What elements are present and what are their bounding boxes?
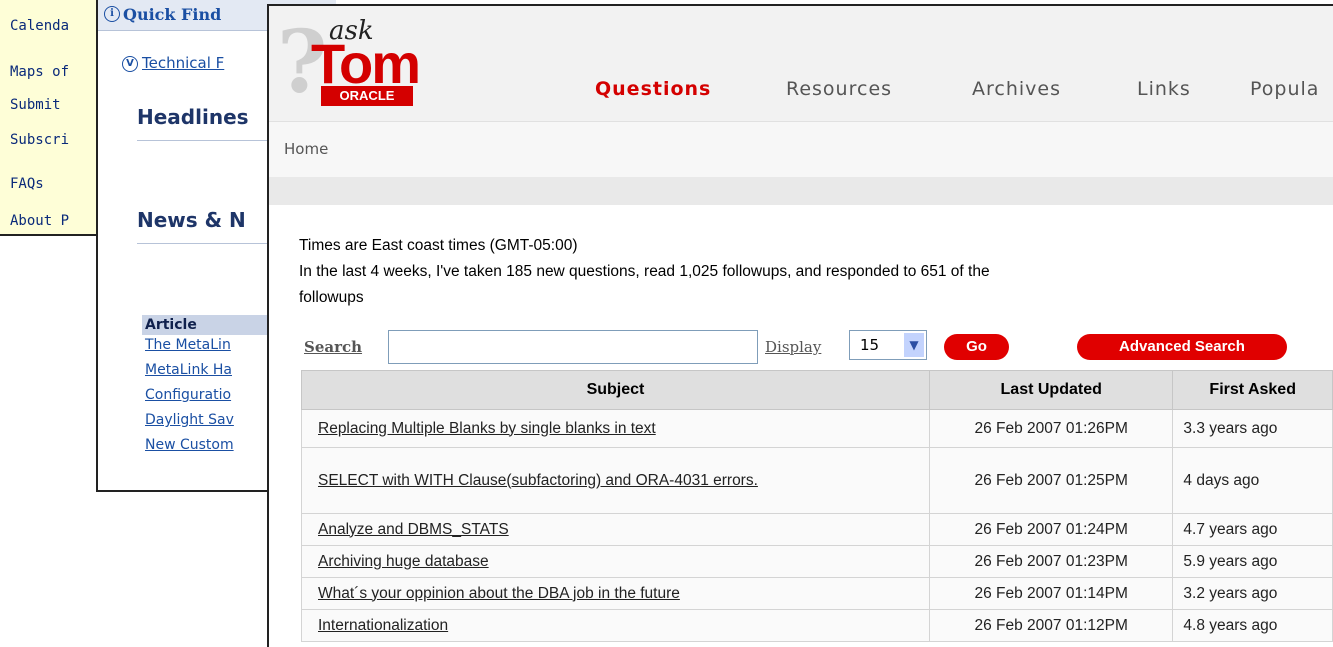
last-updated-cell: 26 Feb 2007 01:24PM — [928, 513, 1174, 546]
article-link[interactable]: New Custom — [145, 437, 234, 453]
site-header: ? ask Tom ORACLE Questions Resources Arc… — [269, 6, 1333, 121]
table-row: Replacing Multiple Blanks by single blan… — [301, 409, 1333, 448]
nav-popular[interactable]: Popula — [1250, 78, 1319, 100]
stats-note: In the last 4 weeks, I've taken 185 new … — [299, 263, 990, 280]
table-header-row: Subject Last Updated First Asked — [301, 370, 1333, 410]
toolbar-strip — [269, 177, 1333, 205]
breadcrumb: Home — [269, 121, 1333, 178]
first-asked-cell: 4.8 years ago — [1172, 609, 1333, 642]
subject-cell: What´s your oppinion about the DBA job i… — [301, 577, 930, 610]
left-nav-item-about[interactable]: About P — [10, 213, 69, 229]
first-asked-cell: 3.2 years ago — [1172, 577, 1333, 610]
advanced-search-button[interactable]: Advanced Search — [1077, 334, 1287, 360]
left-nav-item-calendar[interactable]: Calenda — [10, 18, 69, 34]
question-link[interactable]: Analyze and DBMS_STATS — [318, 521, 509, 538]
last-updated-cell: 26 Feb 2007 01:12PM — [928, 609, 1174, 642]
subject-cell: SELECT with WITH Clause(subfactoring) an… — [301, 447, 930, 514]
stats-note-cont: followups — [299, 289, 364, 306]
nav-questions[interactable]: Questions — [595, 78, 711, 100]
question-link[interactable]: Replacing Multiple Blanks by single blan… — [318, 420, 656, 437]
article-link[interactable]: Configuratio — [145, 387, 231, 403]
search-link[interactable]: Search — [304, 338, 362, 356]
chevron-circle-icon: V — [122, 56, 138, 72]
asktom-window: ? ask Tom ORACLE Questions Resources Arc… — [267, 4, 1333, 647]
subject-column-header: Subject — [301, 370, 930, 410]
nav-resources[interactable]: Resources — [786, 78, 892, 100]
article-link[interactable]: The MetaLin — [145, 337, 231, 353]
info-icon: i — [104, 6, 120, 22]
display-link[interactable]: Display — [765, 338, 821, 356]
table-row: Analyze and DBMS_STATS 26 Feb 2007 01:24… — [301, 513, 1333, 546]
table-row: SELECT with WITH Clause(subfactoring) an… — [301, 447, 1333, 514]
first-asked-column-header: First Asked — [1172, 370, 1333, 410]
questions-table: Subject Last Updated First Asked Replaci… — [301, 370, 1333, 642]
first-asked-cell: 5.9 years ago — [1172, 545, 1333, 578]
news-heading: News & N — [137, 208, 246, 232]
timezone-note: Times are East coast times (GMT-05:00) — [299, 237, 578, 254]
left-nav-item-maps[interactable]: Maps of — [10, 64, 69, 80]
asktom-logo[interactable]: ? ask Tom ORACLE — [277, 16, 427, 112]
quick-find-label[interactable]: Quick Find — [123, 5, 221, 24]
question-link[interactable]: Internationalization — [318, 617, 448, 634]
oracle-logo: ORACLE — [321, 86, 413, 106]
left-nav-item-faqs[interactable]: FAQs — [10, 176, 44, 192]
subject-cell: Replacing Multiple Blanks by single blan… — [301, 409, 930, 448]
question-link[interactable]: What´s your oppinion about the DBA job i… — [318, 585, 680, 602]
go-button[interactable]: Go — [944, 334, 1009, 360]
left-nav-item-submit[interactable]: Submit — [10, 97, 61, 113]
chevron-down-icon[interactable]: ▼ — [904, 333, 924, 357]
nav-links[interactable]: Links — [1137, 78, 1191, 100]
article-link[interactable]: Daylight Sav — [145, 412, 234, 428]
table-row: What´s your oppinion about the DBA job i… — [301, 577, 1333, 610]
last-updated-column-header: Last Updated — [928, 370, 1174, 410]
display-count-select[interactable]: 15 ▼ — [849, 330, 927, 360]
last-updated-cell: 26 Feb 2007 01:25PM — [928, 447, 1174, 514]
first-asked-cell: 4 days ago — [1172, 447, 1333, 514]
breadcrumb-home[interactable]: Home — [284, 140, 328, 158]
table-row: Archiving huge database 26 Feb 2007 01:2… — [301, 545, 1333, 578]
logo-tom-text: Tom — [311, 32, 421, 95]
question-link[interactable]: Archiving huge database — [318, 553, 489, 570]
headlines-heading: Headlines — [137, 105, 249, 129]
first-asked-cell: 4.7 years ago — [1172, 513, 1333, 546]
last-updated-cell: 26 Feb 2007 01:23PM — [928, 545, 1174, 578]
article-header-label: Article — [145, 317, 197, 333]
last-updated-cell: 26 Feb 2007 01:14PM — [928, 577, 1174, 610]
subject-cell: Analyze and DBMS_STATS — [301, 513, 930, 546]
search-input[interactable] — [388, 330, 758, 364]
first-asked-cell: 3.3 years ago — [1172, 409, 1333, 448]
question-link[interactable]: SELECT with WITH Clause(subfactoring) an… — [318, 472, 758, 489]
last-updated-cell: 26 Feb 2007 01:26PM — [928, 409, 1174, 448]
article-link[interactable]: MetaLink Ha — [145, 362, 232, 378]
technical-link[interactable]: Technical F — [142, 54, 224, 72]
subject-cell: Internationalization — [301, 609, 930, 642]
nav-archives[interactable]: Archives — [972, 78, 1061, 100]
subject-cell: Archiving huge database — [301, 545, 930, 578]
table-row: Internationalization 26 Feb 2007 01:12PM… — [301, 609, 1333, 642]
display-count-value: 15 — [860, 336, 880, 354]
left-nav-item-subscribe[interactable]: Subscri — [10, 132, 69, 148]
